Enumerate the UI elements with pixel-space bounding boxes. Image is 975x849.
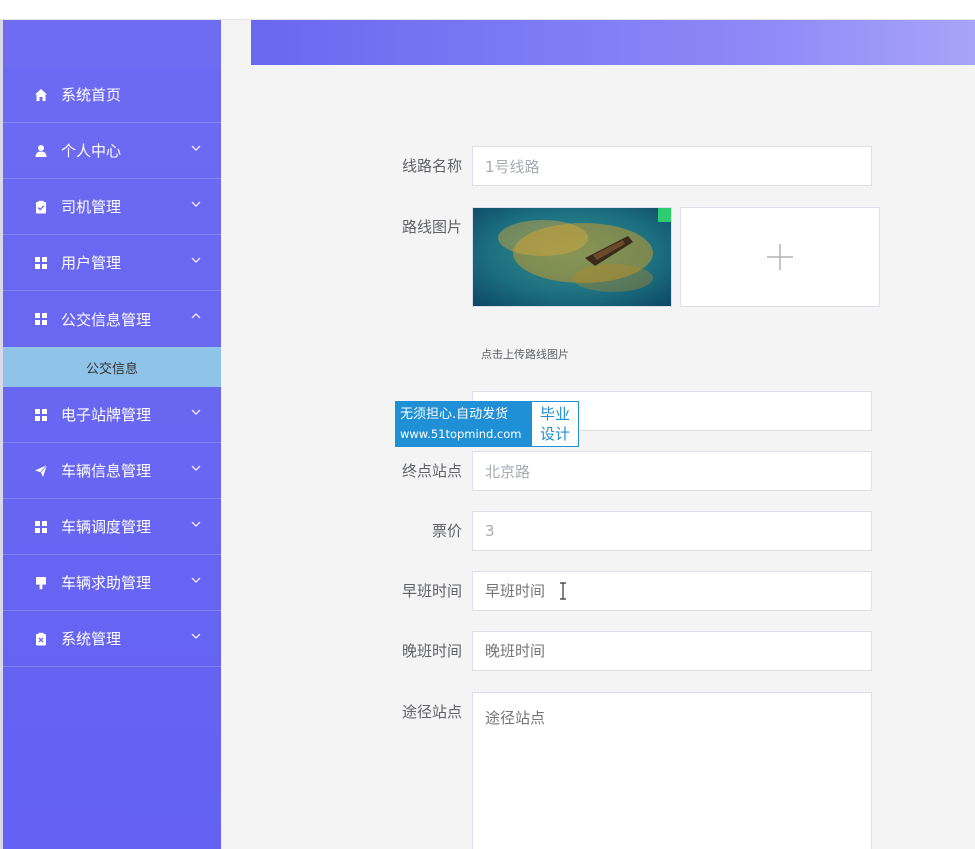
sidebar-item-vehicle-help-management[interactable]: 车辆求助管理 — [3, 555, 221, 611]
chevron-down-icon — [191, 255, 201, 265]
watermark-right: 毕业 设计 — [532, 402, 578, 446]
route-name-label: 线路名称 — [401, 157, 462, 175]
text-cursor-icon — [560, 582, 566, 600]
grid-icon — [33, 255, 49, 271]
grid-icon — [33, 407, 49, 423]
morning-time-label: 早班时间 — [401, 582, 462, 600]
sidebar: 系统首页 个人中心 司机管理 用户管理 公交信息管理 公交信息 电子站牌管理 车… — [3, 20, 221, 849]
chevron-down-icon — [191, 143, 201, 153]
sidebar-header — [3, 20, 221, 67]
via-stations-textarea[interactable] — [472, 692, 872, 849]
end-station-label: 终点站点 — [401, 462, 462, 480]
chevron-down-icon — [191, 519, 201, 529]
send-icon — [33, 463, 49, 479]
sidebar-item-vehicle-dispatch-management[interactable]: 车辆调度管理 — [3, 499, 221, 555]
clipboard-check-icon — [33, 199, 49, 215]
chevron-down-icon — [191, 199, 201, 209]
sidebar-item-vehicle-info-management[interactable]: 车辆信息管理 — [3, 443, 221, 499]
sidebar-item-driver-management[interactable]: 司机管理 — [3, 179, 221, 235]
end-station-row: 终点站点 — [380, 451, 872, 491]
evening-time-label: 晚班时间 — [401, 642, 462, 660]
upload-tip: 点击上传路线图片 — [481, 348, 569, 361]
route-name-input[interactable] — [472, 146, 872, 186]
via-stations-label: 途径站点 — [401, 703, 462, 721]
watermark-line1: 无须担心.自动发货 — [400, 407, 509, 422]
chevron-up-icon — [191, 311, 201, 321]
sidebar-subitem-label: 公交信息 — [85, 361, 138, 377]
sidebar-item-e-stop-sign-management[interactable]: 电子站牌管理 — [3, 387, 221, 443]
clipboard-x-icon — [33, 631, 49, 647]
home-icon — [33, 87, 49, 103]
evening-time-row: 晚班时间 — [380, 631, 872, 671]
sidebar-item-home[interactable]: 系统首页 — [3, 67, 221, 123]
route-name-row: 线路名称 — [380, 146, 872, 186]
sidebar-item-bus-info-management[interactable]: 公交信息管理 — [3, 291, 221, 347]
sidebar-item-system-management[interactable]: 系统管理 — [3, 611, 221, 667]
price-label: 票价 — [431, 522, 462, 540]
top-bar — [0, 0, 975, 20]
sidebar-item-user-management[interactable]: 用户管理 — [3, 235, 221, 291]
grid-icon — [33, 311, 49, 327]
chevron-down-icon — [191, 463, 201, 473]
watermark-left: 无须担心.自动发货 www.51topmind.com — [396, 402, 532, 446]
upload-area — [472, 207, 880, 307]
morning-time-row: 早班时间 — [380, 571, 872, 611]
price-row: 票价 — [380, 511, 872, 551]
watermark-right-line2: 设计 — [539, 425, 570, 443]
route-image-label: 路线图片 — [401, 218, 462, 236]
end-station-input[interactable] — [472, 451, 872, 491]
plus-icon — [767, 244, 793, 270]
route-image-picture — [473, 208, 671, 306]
sidebar-subitem-bus-info[interactable]: 公交信息 — [3, 347, 221, 387]
via-stations-row: 途径站点 — [380, 692, 872, 849]
route-image-thumbnail[interactable] — [472, 207, 672, 307]
price-input[interactable] — [472, 511, 872, 551]
watermark-line2: www.51topmind.com — [400, 427, 522, 441]
grid-icon — [33, 519, 49, 535]
chevron-down-icon — [191, 407, 201, 417]
chevron-down-icon — [191, 631, 201, 641]
evening-time-input[interactable] — [472, 631, 872, 671]
header-banner — [251, 20, 975, 65]
morning-time-input[interactable] — [472, 571, 872, 611]
upload-add-button[interactable] — [680, 207, 880, 307]
sidebar-item-label: 系统首页 — [61, 86, 122, 104]
watermark-right-line1: 毕业 — [539, 405, 570, 423]
chevron-down-icon — [191, 575, 201, 585]
brush-icon — [33, 575, 49, 591]
watermark-banner: 无须担心.自动发货 www.51topmind.com 毕业 设计 — [395, 401, 579, 447]
user-icon — [33, 143, 49, 159]
route-image-row: 路线图片 — [380, 207, 880, 307]
sidebar-item-personal-center[interactable]: 个人中心 — [3, 123, 221, 179]
